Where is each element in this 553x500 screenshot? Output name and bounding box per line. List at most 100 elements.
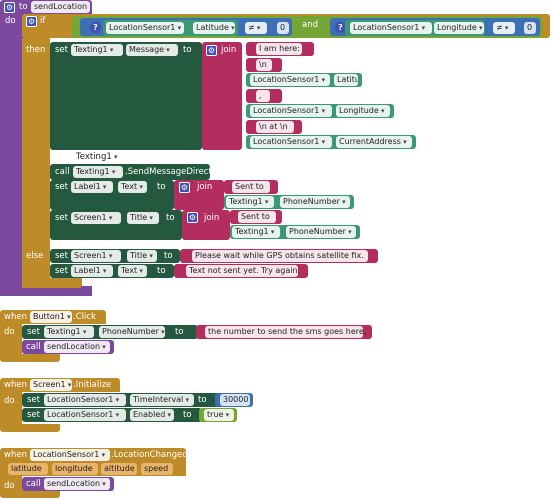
component-dropdown[interactable]: LocationSensor1 <box>44 394 126 406</box>
when-keyword: when <box>4 450 27 460</box>
do-keyword: do <box>4 481 15 491</box>
component-dropdown[interactable]: LocationSensor1 <box>44 409 126 421</box>
text-field[interactable]: Text not sent yet. Try again. <box>186 265 300 277</box>
text-field[interactable]: I am here: <box>256 43 302 55</box>
param-speed[interactable]: speed <box>141 463 173 475</box>
procedure-body-left <box>0 14 24 294</box>
set-keyword: set <box>55 213 68 223</box>
property-dropdown[interactable]: Title <box>127 250 157 262</box>
property-dropdown[interactable]: Title <box>127 212 159 224</box>
gear-icon[interactable]: ⚙ <box>187 212 198 223</box>
property-dropdown[interactable]: Latitude <box>193 22 235 34</box>
property-dropdown[interactable]: Enabled <box>130 409 174 421</box>
call-keyword: call <box>26 479 41 489</box>
texting-handle-label[interactable]: Texting1 <box>76 151 118 163</box>
component-dropdown[interactable]: Label1 <box>71 265 113 277</box>
gear-icon[interactable]: ⚙ <box>179 182 190 193</box>
set-keyword: set <box>55 251 68 261</box>
to-keyword: to <box>164 251 173 261</box>
set-keyword: set <box>55 45 68 55</box>
property-dropdown[interactable]: PhoneNumber <box>99 326 165 338</box>
component-dropdown[interactable]: Texting1 <box>226 196 274 208</box>
procedure-dropdown[interactable]: sendLocation <box>44 341 110 353</box>
property-dropdown[interactable]: Longitude <box>434 22 484 34</box>
to-keyword: to <box>175 327 184 337</box>
join-keyword: join <box>197 182 213 192</box>
when-keyword: when <box>4 380 27 390</box>
param-longitude[interactable]: longitude <box>52 463 98 475</box>
event-footer <box>0 424 60 432</box>
to-keyword: to <box>19 2 28 12</box>
operator-dropdown[interactable]: ≠ <box>493 22 515 34</box>
do-keyword: do <box>4 327 15 337</box>
do-keyword: do <box>4 396 15 406</box>
number-field[interactable]: 0 <box>524 22 536 34</box>
text-field[interactable]: \n <box>256 59 272 71</box>
gear-icon[interactable]: ⚙ <box>4 2 15 13</box>
component-dropdown[interactable]: LocationSensor1 <box>350 22 432 34</box>
set-keyword: set <box>27 410 40 420</box>
param-altitude[interactable]: altitude <box>101 463 137 475</box>
property-dropdown[interactable]: Longitude <box>336 105 390 117</box>
to-keyword: to <box>198 395 207 405</box>
component-dropdown[interactable]: Label1 <box>71 181 113 193</box>
text-field[interactable]: Sent to <box>232 181 270 193</box>
boolean-dropdown[interactable]: true <box>204 409 234 421</box>
set-keyword: set <box>27 395 40 405</box>
component-dropdown[interactable]: Texting1 <box>44 326 94 338</box>
number-field[interactable]: 30000 <box>220 394 250 406</box>
gear-icon[interactable]: ⚙ <box>26 16 37 27</box>
number-field[interactable]: 0 <box>277 22 289 34</box>
text-field[interactable]: Sent to <box>238 211 276 223</box>
component-dropdown[interactable]: Screen1 <box>30 379 72 391</box>
if-keyword: if <box>40 16 46 26</box>
to-keyword: to <box>157 266 166 276</box>
event-label: .LocationChanged <box>111 450 188 460</box>
property-dropdown[interactable]: TimeInterval <box>130 394 194 406</box>
gear-icon[interactable]: ⚙ <box>206 45 217 56</box>
component-dropdown[interactable]: Texting1 <box>71 44 123 56</box>
text-field[interactable]: , <box>256 90 270 102</box>
to-keyword: to <box>166 213 175 223</box>
set-keyword: set <box>27 327 40 337</box>
component-dropdown[interactable]: Texting1 <box>232 226 280 238</box>
event-label: .Initialize <box>73 380 112 390</box>
set-message-block[interactable] <box>50 42 202 150</box>
component-dropdown[interactable]: LocationSensor1 <box>250 105 332 117</box>
property-dropdown[interactable]: PhoneNumber <box>286 226 356 238</box>
text-field[interactable]: \n at \n <box>256 121 294 133</box>
operator-dropdown[interactable]: ≠ <box>245 22 267 34</box>
component-dropdown[interactable]: LocationSensor1 <box>250 74 330 86</box>
help-icon[interactable] <box>90 22 101 33</box>
to-keyword: to <box>157 182 166 192</box>
text-field[interactable]: Please wait while GPS obtains satellite … <box>192 250 368 262</box>
property-dropdown[interactable]: PhoneNumber <box>280 196 350 208</box>
component-dropdown[interactable]: Screen1 <box>71 250 121 262</box>
to-keyword: to <box>183 410 192 420</box>
component-dropdown[interactable]: LocationSensor1 <box>250 136 332 148</box>
procedure-dropdown[interactable]: sendLocation <box>44 478 110 490</box>
event-footer <box>0 354 60 362</box>
join-keyword: join <box>221 45 237 55</box>
text-field[interactable]: the number to send the sms goes here. <box>205 326 366 338</box>
property-dropdown[interactable]: Text <box>118 181 147 193</box>
join-block[interactable] <box>202 42 242 150</box>
property-dropdown[interactable]: Text <box>118 265 147 277</box>
call-keyword: call <box>55 167 70 177</box>
property-dropdown[interactable]: Message <box>126 44 178 56</box>
call-keyword: call <box>26 342 41 352</box>
event-label: .Click <box>73 312 96 322</box>
component-dropdown[interactable]: LocationSensor1 <box>106 22 184 34</box>
param-latitude[interactable]: latitude <box>8 463 48 475</box>
property-dropdown[interactable]: Latitude <box>334 74 358 86</box>
do-keyword: do <box>5 16 16 26</box>
component-dropdown[interactable]: Button1 <box>30 311 72 323</box>
component-dropdown[interactable]: Texting1 <box>73 166 123 178</box>
join-keyword: join <box>204 213 220 223</box>
component-dropdown[interactable]: LocationSensor1 <box>30 449 110 461</box>
else-keyword: else <box>26 251 44 261</box>
component-dropdown[interactable]: Screen1 <box>71 212 121 224</box>
procedure-name-field[interactable]: sendLocation <box>31 1 90 13</box>
method-label: .SendMessageDirect <box>125 167 212 177</box>
property-dropdown[interactable]: CurrentAddress <box>336 136 412 148</box>
